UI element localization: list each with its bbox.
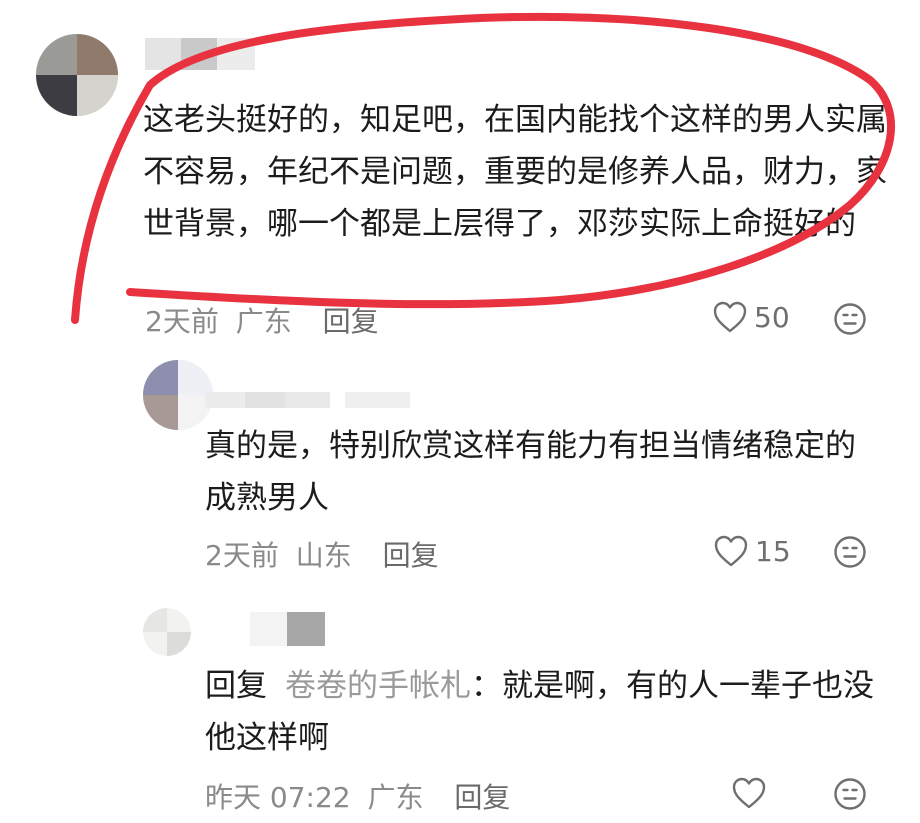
avatar-pixel <box>36 34 77 75</box>
avatar[interactable] <box>36 34 118 116</box>
reply-text: 真的是，特别欣赏这样有能力有担当情绪稳定的成熟男人 <box>205 428 856 516</box>
avatar-pixel <box>143 360 178 395</box>
comment-meta: 2天前 广东 回复 <box>145 300 379 340</box>
mosaic-block <box>245 392 285 408</box>
mosaic-block <box>345 392 410 408</box>
avatar-pixel <box>77 75 118 116</box>
mosaic-block <box>217 38 255 70</box>
avatar[interactable] <box>143 360 213 430</box>
like-count: 50 <box>754 300 790 334</box>
mention-username[interactable]: 卷卷的手帐札 <box>285 668 471 704</box>
heart-icon <box>714 535 748 567</box>
avatar-pixel <box>36 75 77 116</box>
reply-time: 昨天 07:22 <box>205 781 351 814</box>
username-mosaic[interactable] <box>205 392 410 408</box>
reply-button[interactable]: 回复 <box>383 534 439 574</box>
neutral-face-icon[interactable] <box>833 535 867 569</box>
mention-colon: ： <box>471 668 502 704</box>
reply-location: 山东 <box>295 539 352 572</box>
comment-location: 广东 <box>235 305 292 338</box>
avatar-pixel <box>143 608 167 632</box>
mosaic-block <box>285 392 330 408</box>
reply-prefix: 回复 <box>205 668 267 704</box>
neutral-face-icon[interactable] <box>833 777 867 811</box>
reply-time: 2天前 <box>205 539 279 572</box>
mosaic-block <box>287 612 325 646</box>
neutral-face-icon[interactable] <box>833 302 867 336</box>
avatar[interactable] <box>143 608 191 656</box>
like-button[interactable]: 15 <box>713 534 791 568</box>
mosaic-block <box>250 612 287 646</box>
username-mosaic[interactable] <box>250 612 325 646</box>
like-count: 15 <box>755 534 791 568</box>
reply-button[interactable]: 回复 <box>323 300 379 340</box>
avatar-pixel <box>143 395 178 430</box>
reply-button[interactable]: 回复 <box>454 776 510 816</box>
reply-text: 回复 卷卷的手帐札：就是啊，有的人一辈子也没他这样啊 <box>205 660 885 764</box>
mosaic-block <box>181 38 217 70</box>
mosaic-block <box>145 38 181 70</box>
like-button[interactable] <box>731 776 773 810</box>
username-mosaic[interactable] <box>145 38 255 70</box>
reply-meta: 2天前 山东 回复 <box>205 534 439 574</box>
like-button[interactable]: 50 <box>712 300 790 334</box>
heart-icon <box>732 777 766 809</box>
comment-time: 2天前 <box>145 305 219 338</box>
avatar-pixel <box>167 632 191 656</box>
comment-text: 这老头挺好的，知足吧，在国内能找个这样的男人实属不容易，年纪不是问题，重要的是修… <box>143 102 887 242</box>
avatar-pixel <box>77 34 118 75</box>
reply-meta: 昨天 07:22 广东 回复 <box>205 776 510 816</box>
mosaic-block <box>205 392 245 408</box>
heart-icon <box>713 301 747 333</box>
avatar-pixel <box>178 360 213 395</box>
reply-location: 广东 <box>367 781 424 814</box>
